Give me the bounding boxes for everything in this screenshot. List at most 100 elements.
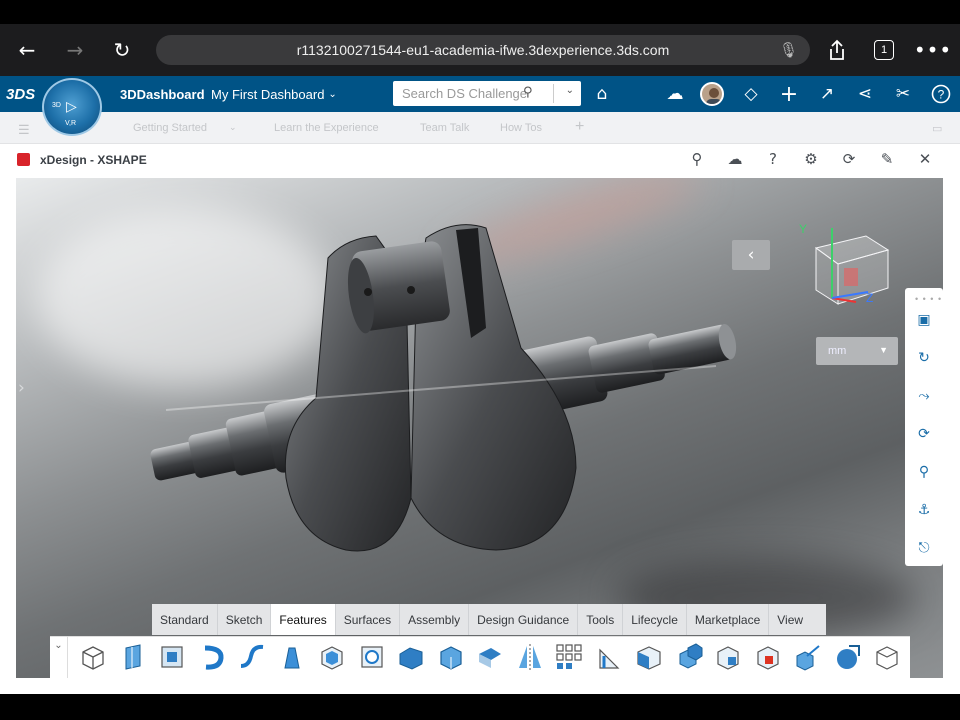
more-icon[interactable]: •••: [914, 35, 951, 65]
fillet-icon[interactable]: [396, 642, 426, 672]
cloud-icon[interactable]: ☁: [661, 80, 689, 108]
tab-design-guidance[interactable]: Design Guidance: [469, 604, 579, 635]
compass-label-vr: V,R: [65, 120, 77, 127]
forward-arrow-icon[interactable]: →: [60, 35, 90, 65]
add-icon[interactable]: +: [775, 80, 803, 108]
tab-features[interactable]: Features: [271, 604, 336, 635]
search-icon[interactable]: ⚲: [523, 85, 533, 100]
compass-widget[interactable]: 3D V,R ▷: [42, 78, 102, 136]
reload-icon[interactable]: ↻: [107, 35, 137, 65]
tag-icon[interactable]: ⌂: [588, 80, 616, 108]
help-icon[interactable]: ?: [927, 80, 955, 108]
refresh-icon[interactable]: ⟳: [837, 148, 861, 170]
browser-toolbar: ← → ↻ r1132100271544-eu1-academia-ifwe.3…: [0, 24, 960, 76]
collaboration-icon[interactable]: ◇: [737, 80, 765, 108]
screen: { "browser": { "url": "r1132100271544-eu…: [0, 0, 960, 720]
more-features-icon[interactable]: [872, 642, 902, 672]
refresh-view-icon[interactable]: ⟳: [910, 420, 938, 448]
cloud-icon[interactable]: ☁: [723, 148, 747, 170]
pin-icon[interactable]: ✎: [875, 148, 899, 170]
chat-icon[interactable]: ▭: [932, 122, 942, 135]
exit-icon[interactable]: ⎋: [910, 534, 938, 562]
axis-z-label: Z: [866, 291, 873, 305]
toolbar-toggle-icon[interactable]: ⌄: [50, 636, 68, 678]
compass-play-icon: ▷: [66, 98, 77, 114]
collapse-panel-button[interactable]: ‹: [732, 240, 770, 270]
widget-title: xDesign - XSHAPE: [40, 153, 147, 167]
measure-icon[interactable]: ⤳: [910, 382, 938, 410]
search-field[interactable]: Search DS Challenge ⚲ ⌄: [393, 81, 581, 106]
tab-sketch[interactable]: Sketch: [218, 604, 272, 635]
split-icon[interactable]: [713, 642, 743, 672]
tab-tools[interactable]: Tools: [578, 604, 624, 635]
revolve-icon[interactable]: [197, 642, 227, 672]
expand-tree-chevron-icon[interactable]: ›: [18, 378, 25, 398]
tab-standard[interactable]: Standard: [152, 604, 218, 635]
thicken-icon[interactable]: [634, 642, 664, 672]
brand-logo[interactable]: 3DS: [6, 76, 35, 112]
compass-label-3d: 3D: [52, 102, 61, 109]
gear-icon[interactable]: ⚙: [799, 148, 823, 170]
units-select[interactable]: mm ▼: [816, 337, 898, 365]
search-placeholder: Search DS Challenge: [402, 86, 528, 101]
add-tab-icon[interactable]: +: [575, 118, 584, 136]
tab-lifecycle[interactable]: Lifecycle: [623, 604, 687, 635]
anchor-icon[interactable]: ⚓: [910, 496, 938, 524]
rib-icon[interactable]: [594, 642, 624, 672]
dashboard-name: My First Dashboard: [211, 86, 325, 102]
shell-icon[interactable]: [317, 642, 347, 672]
tab-assembly[interactable]: Assembly: [400, 604, 470, 635]
loft-icon[interactable]: [277, 642, 307, 672]
network-share-icon[interactable]: ⋖: [851, 80, 879, 108]
extrude-icon[interactable]: [78, 642, 108, 672]
app-name[interactable]: 3DDashboard: [120, 76, 205, 112]
url-text: r1132100271544-eu1-academia-ifwe.3dexper…: [296, 42, 670, 58]
units-value: mm: [828, 345, 847, 357]
avatar[interactable]: [700, 82, 724, 106]
menu-icon[interactable]: ☰: [18, 122, 30, 138]
draft-icon[interactable]: [475, 642, 505, 672]
action-bar-tabs: Standard Sketch Features Surfaces Assemb…: [152, 604, 826, 635]
hole-icon[interactable]: [357, 642, 387, 672]
drag-handle-icon[interactable]: • • • •: [915, 294, 942, 304]
tab-count-button[interactable]: 1: [874, 40, 894, 60]
move-body-icon[interactable]: [793, 642, 823, 672]
mirror-icon[interactable]: [515, 642, 545, 672]
chevron-down-icon: ⌄: [328, 88, 337, 100]
search-icon[interactable]: ⚲: [685, 148, 709, 170]
sweep-icon[interactable]: [237, 642, 267, 672]
close-icon[interactable]: ✕: [913, 148, 937, 170]
pocket-icon[interactable]: [157, 642, 187, 672]
chamfer-icon[interactable]: [436, 642, 466, 672]
tab-team-talk[interactable]: Team Talk: [420, 122, 469, 134]
share-arrow-icon[interactable]: ↗: [813, 80, 841, 108]
bottom-bezel: [0, 694, 960, 720]
axis-y-label: Y: [799, 222, 807, 236]
help-icon[interactable]: ?: [761, 148, 785, 170]
tab-view[interactable]: View: [769, 604, 811, 635]
scale-icon[interactable]: [833, 642, 863, 672]
dashboard-selector[interactable]: My First Dashboard ⌄: [211, 76, 337, 112]
rotate-lock-icon[interactable]: ↻: [910, 344, 938, 372]
pattern-icon[interactable]: [554, 642, 584, 672]
tab-marketplace[interactable]: Marketplace: [687, 604, 770, 635]
microphone-icon[interactable]: 🎙: [779, 41, 798, 59]
chevron-down-icon: ▼: [879, 345, 888, 355]
tab-chevron-icon[interactable]: ⌄: [229, 122, 237, 133]
pad-icon[interactable]: [118, 642, 148, 672]
address-bar[interactable]: r1132100271544-eu1-academia-ifwe.3dexper…: [156, 35, 810, 65]
search-scope-chevron-icon[interactable]: ⌄: [566, 85, 574, 96]
tab-surfaces[interactable]: Surfaces: [336, 604, 401, 635]
zoom-icon[interactable]: ⚲: [910, 458, 938, 486]
tab-learn[interactable]: Learn the Experience: [274, 122, 379, 134]
remove-face-icon[interactable]: [753, 642, 783, 672]
view-cube[interactable]: Y Z: [796, 218, 896, 308]
tab-how-tos[interactable]: How Tos: [500, 122, 542, 134]
boolean-icon[interactable]: [674, 642, 704, 672]
share-icon[interactable]: [822, 35, 852, 65]
sheet-icon[interactable]: ▣: [910, 306, 938, 334]
back-arrow-icon[interactable]: ←: [12, 35, 42, 65]
tab-getting-started[interactable]: Getting Started: [133, 122, 207, 134]
tools-icon[interactable]: ✂: [889, 80, 917, 108]
dashboard-tabs: ☰ Getting Started ⌄ Learn the Experience…: [0, 112, 960, 144]
